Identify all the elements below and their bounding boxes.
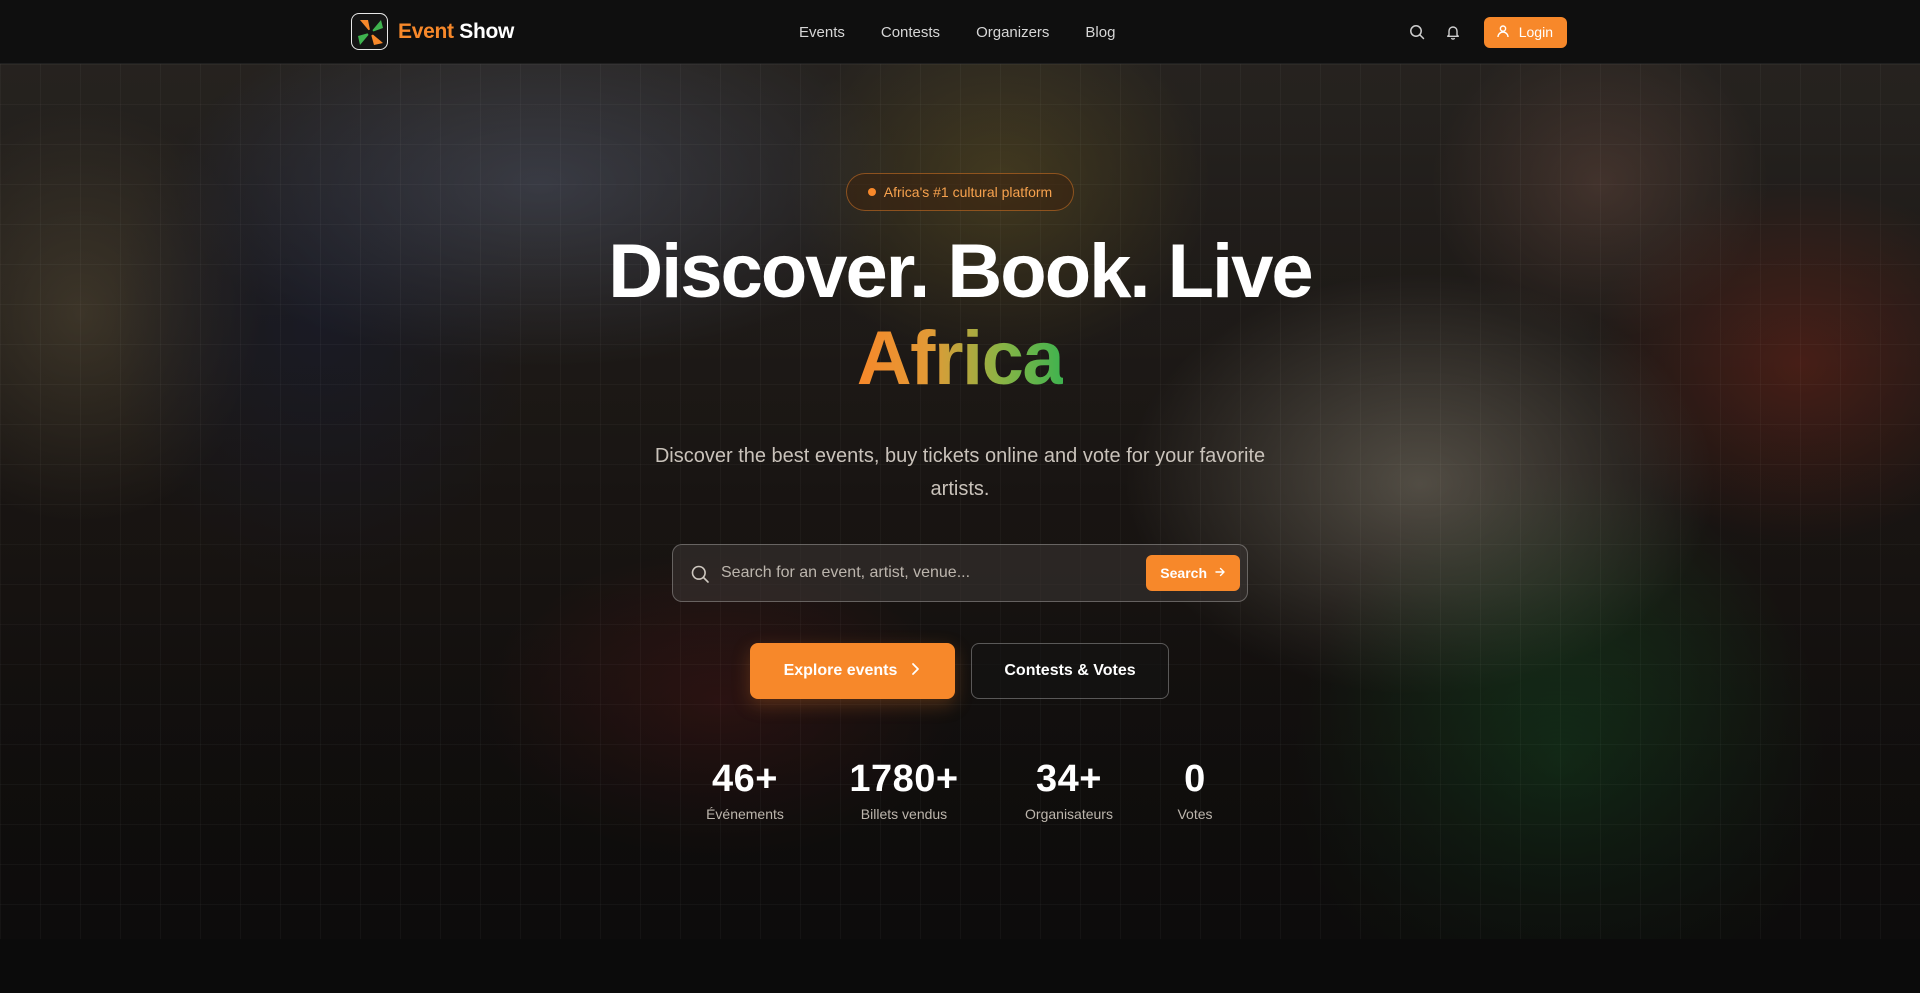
bell-icon[interactable] — [1442, 21, 1464, 43]
arrow-right-icon — [1214, 565, 1226, 581]
main-nav: Events Contests Organizers Blog — [799, 0, 1115, 64]
navbar-container: Event Show Events Contests Organizers Bl… — [351, 0, 1567, 64]
page-below-hero — [0, 939, 1920, 993]
stat-events: 46+ Événements — [700, 760, 790, 822]
user-icon — [1496, 24, 1510, 41]
search-input[interactable] — [721, 545, 1121, 601]
stat-label: Organisateurs — [1025, 806, 1113, 822]
hero-headline-accent: Africa — [0, 321, 1920, 397]
nav-link-contests[interactable]: Contests — [881, 24, 940, 41]
stat-value: 0 — [1184, 758, 1206, 800]
nav-link-events[interactable]: Events — [799, 24, 845, 41]
brand-name: Event Show — [398, 20, 514, 44]
stat-label: Événements — [706, 806, 784, 822]
brand-name-part2: Show — [459, 19, 515, 43]
hero-headline: Discover. Book. Live — [608, 229, 1313, 314]
brand-logo[interactable]: Event Show — [351, 13, 514, 50]
stat-value: 1780+ — [849, 758, 959, 800]
stat-label: Votes — [1177, 806, 1213, 822]
badge-text: Africa's #1 cultural platform — [883, 184, 1053, 200]
stat-tickets-sold: 1780+ Billets vendus — [840, 760, 968, 822]
logo-mark-icon — [351, 13, 388, 50]
top-navbar: Event Show Events Contests Organizers Bl… — [0, 0, 1920, 64]
brand-name-part1: Event — [398, 19, 454, 43]
explore-events-button[interactable]: Explore events — [750, 643, 955, 699]
login-button[interactable]: Login — [1483, 16, 1567, 48]
nav-actions: Login — [1406, 0, 1567, 64]
nav-link-blog[interactable]: Blog — [1085, 24, 1115, 41]
search-icon[interactable] — [1406, 21, 1428, 43]
stat-value: 34+ — [1036, 758, 1102, 800]
stat-organizers: 34+ Organisateurs — [1019, 760, 1119, 822]
search-icon — [690, 564, 710, 589]
hero-subtitle: Discover the best events, buy tickets on… — [654, 445, 1266, 500]
platform-badge: Africa's #1 cultural platform — [846, 173, 1074, 211]
chevron-right-icon — [909, 662, 921, 681]
stat-votes: 0 Votes — [1170, 760, 1220, 822]
explore-events-label: Explore events — [783, 662, 898, 679]
hero-section: Africa's #1 cultural platform Discover. … — [0, 64, 1920, 939]
stat-label: Billets vendus — [860, 806, 948, 822]
contests-votes-label: Contests & Votes — [1004, 662, 1136, 679]
hero-headline-accent-text: Africa — [856, 316, 1065, 401]
login-button-label: Login — [1518, 24, 1553, 40]
search-button-label: Search — [1160, 565, 1207, 581]
contests-votes-button[interactable]: Contests & Votes — [971, 643, 1169, 699]
stat-value: 46+ — [712, 758, 778, 800]
search-button[interactable]: Search — [1146, 555, 1240, 591]
hero-search-bar: Search — [672, 544, 1248, 602]
badge-dot-icon — [867, 188, 876, 196]
nav-link-organizers[interactable]: Organizers — [976, 24, 1049, 41]
